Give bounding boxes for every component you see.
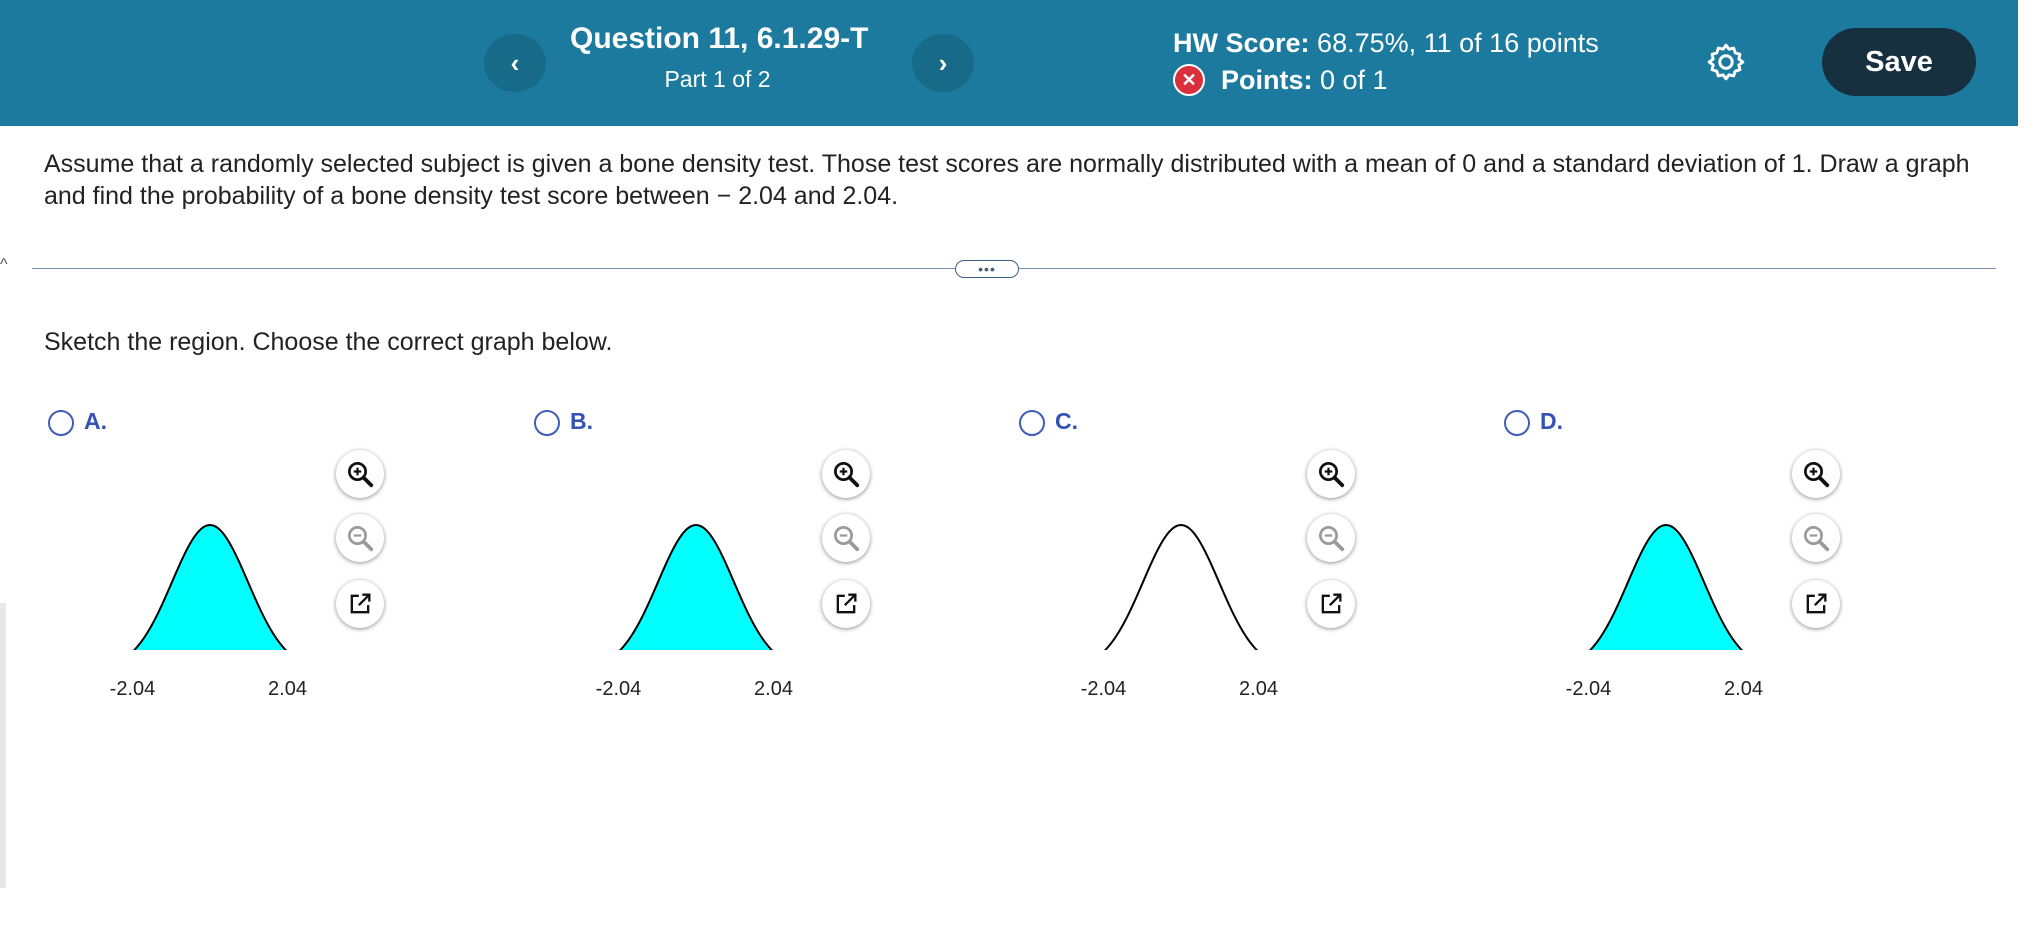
zoom-in-icon bbox=[348, 462, 374, 488]
zoom-out-icon bbox=[1804, 526, 1830, 552]
next-question-button[interactable]: › bbox=[912, 34, 974, 92]
left-scroll-edge bbox=[0, 603, 6, 888]
normal-curve-graph bbox=[132, 523, 288, 650]
tick-label-left: -2.04 bbox=[109, 678, 156, 700]
hw-score: HW Score: 68.75%, 11 of 16 points bbox=[1173, 28, 1599, 59]
tick-label-right: 2.04 bbox=[1239, 678, 1278, 700]
gear-icon[interactable] bbox=[1704, 40, 1748, 84]
question-part: Part 1 of 2 bbox=[664, 66, 771, 92]
tick-label-right: 2.04 bbox=[754, 678, 793, 700]
zoom-in-button[interactable] bbox=[1307, 450, 1355, 498]
normal-curve-graph bbox=[1588, 523, 1744, 650]
zoom-out-button[interactable] bbox=[1792, 514, 1840, 562]
previous-question-button[interactable]: ‹ bbox=[484, 34, 546, 92]
radio-button[interactable] bbox=[1504, 410, 1530, 436]
option-b[interactable]: B. -2.04 2.04 bbox=[530, 400, 990, 720]
option-a[interactable]: A. -2.04 2.04 bbox=[44, 400, 504, 720]
tick-label-left: -2.04 bbox=[595, 678, 642, 700]
zoom-in-icon bbox=[1319, 462, 1345, 488]
popout-icon bbox=[1321, 593, 1342, 614]
zoom-in-button[interactable] bbox=[336, 450, 384, 498]
normal-curve bbox=[1103, 523, 1259, 650]
zoom-in-icon bbox=[834, 462, 860, 488]
tick-label-right: 2.04 bbox=[268, 678, 307, 700]
option-letter: A. bbox=[84, 408, 107, 434]
option-letter: D. bbox=[1540, 408, 1563, 434]
normal-curve-graph bbox=[1103, 523, 1259, 650]
zoom-out-button[interactable] bbox=[1307, 514, 1355, 562]
option-letter: C. bbox=[1055, 408, 1078, 434]
zoom-in-button[interactable] bbox=[1792, 450, 1840, 498]
zoom-in-button[interactable] bbox=[822, 450, 870, 498]
normal-curve-graph bbox=[618, 523, 774, 650]
radio-button[interactable] bbox=[48, 410, 74, 436]
chevron-right-icon: › bbox=[938, 47, 948, 78]
popout-icon bbox=[1806, 593, 1827, 614]
zoom-out-icon bbox=[348, 526, 374, 552]
question-text: Assume that a randomly selected subject … bbox=[44, 150, 1970, 210]
popout-icon bbox=[836, 593, 857, 614]
question-prompt: Sketch the region. Choose the correct gr… bbox=[44, 328, 613, 356]
popout-icon bbox=[350, 593, 371, 614]
hw-score-label: HW Score: bbox=[1173, 28, 1310, 58]
radio-button[interactable] bbox=[534, 410, 560, 436]
shaded-region-between bbox=[620, 525, 772, 650]
popout-button[interactable] bbox=[1792, 580, 1840, 628]
zoom-in-icon bbox=[1804, 462, 1830, 488]
points-value: 0 of 1 bbox=[1320, 64, 1388, 95]
option-c[interactable]: C. -2.04 2.04 bbox=[1015, 400, 1475, 720]
tick-label-left: -2.04 bbox=[1080, 678, 1127, 700]
popout-button[interactable] bbox=[1307, 580, 1355, 628]
question-title: Question 11, 6.1.29-T bbox=[570, 22, 869, 55]
header-bar: ‹ Question 11, 6.1.29-T Part 1 of 2 › HW… bbox=[0, 0, 2018, 126]
popout-button[interactable] bbox=[336, 580, 384, 628]
incorrect-icon: ✕ bbox=[1173, 64, 1205, 96]
zoom-out-icon bbox=[834, 526, 860, 552]
option-letter: B. bbox=[570, 408, 593, 434]
page: ‹ Question 11, 6.1.29-T Part 1 of 2 › HW… bbox=[0, 0, 2031, 933]
expand-more-button[interactable]: ••• bbox=[955, 260, 1019, 278]
zoom-out-button[interactable] bbox=[336, 514, 384, 562]
points: ✕ Points: 0 of 1 bbox=[1173, 64, 1388, 96]
popout-button[interactable] bbox=[822, 580, 870, 628]
chevron-left-icon: ‹ bbox=[510, 47, 520, 78]
tick-label-right: 2.04 bbox=[1724, 678, 1763, 700]
points-label: Points: bbox=[1221, 64, 1313, 95]
save-button[interactable]: Save bbox=[1822, 28, 1976, 96]
zoom-out-icon bbox=[1319, 526, 1345, 552]
tick-label-left: -2.04 bbox=[1565, 678, 1612, 700]
zoom-out-button[interactable] bbox=[822, 514, 870, 562]
option-d[interactable]: D. -2.04 2.04 bbox=[1500, 400, 1960, 720]
radio-button[interactable] bbox=[1019, 410, 1045, 436]
hw-score-value: 68.75%, 11 of 16 points bbox=[1317, 28, 1599, 58]
collapse-caret-icon[interactable]: ^ bbox=[0, 256, 8, 274]
shaded-region-between bbox=[1590, 525, 1742, 650]
shaded-region-between bbox=[134, 525, 286, 650]
